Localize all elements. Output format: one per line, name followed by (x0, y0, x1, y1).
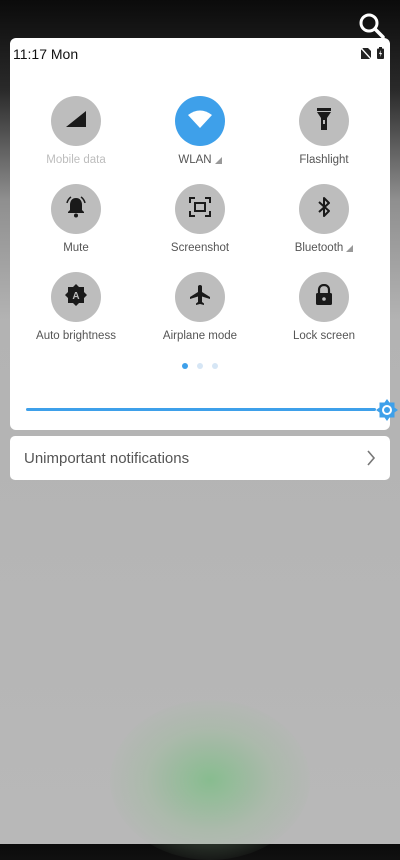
screenshot-icon (189, 196, 211, 222)
page-dot-3[interactable] (212, 363, 218, 369)
tile-airplane-mode-label: Airplane mode (162, 330, 238, 342)
brightness-sun-icon[interactable] (376, 399, 398, 421)
tile-mobile-data-label: Mobile data (46, 154, 106, 166)
bluetooth-more-indicator-icon (346, 244, 354, 252)
page-indicator (10, 363, 390, 369)
tile-wlan-label: WLAN (178, 154, 212, 166)
wlan-more-indicator-icon (214, 156, 222, 164)
status-bar: 11:17 Mon (10, 38, 390, 70)
tile-airplane-mode-button[interactable] (175, 272, 225, 322)
unimportant-notifications-label: Unimportant notifications (24, 450, 190, 467)
status-time: 11:17 Mon (13, 46, 79, 62)
tile-flashlight-label: Flashlight (299, 154, 349, 166)
tile-screenshot-button[interactable] (175, 184, 225, 234)
auto-brightness-icon: A (64, 283, 88, 312)
tile-auto-brightness-label: Auto brightness (36, 330, 116, 342)
brightness-slider[interactable] (26, 408, 376, 411)
page-dot-1[interactable] (182, 363, 188, 369)
tile-lock-screen-button[interactable] (299, 272, 349, 322)
bell-icon (65, 195, 87, 223)
tile-bluetooth[interactable]: Bluetooth (262, 184, 386, 256)
unimportant-notifications-row[interactable]: Unimportant notifications (10, 436, 390, 480)
bluetooth-icon (317, 196, 331, 223)
chevron-right-icon (366, 450, 376, 471)
signal-icon (65, 110, 87, 133)
tile-mobile-data[interactable]: Mobile data (14, 96, 138, 168)
tile-bluetooth-label: Bluetooth (294, 242, 344, 254)
tile-airplane-mode[interactable]: Airplane mode (138, 272, 262, 344)
tile-flashlight[interactable]: Flashlight (262, 96, 386, 168)
tile-auto-brightness-button[interactable]: A (51, 272, 101, 322)
wallpaper-blur (110, 700, 310, 860)
tile-lock-screen[interactable]: Lock screen (262, 272, 386, 344)
flashlight-icon (317, 107, 331, 135)
tile-mute-button[interactable] (51, 184, 101, 234)
tile-wlan[interactable]: WLAN (138, 96, 262, 168)
airplane-icon (188, 283, 212, 312)
search-icon[interactable] (358, 12, 386, 40)
tile-lock-screen-label: Lock screen (292, 330, 355, 342)
tile-mute-label: Mute (63, 242, 89, 254)
svg-text:A: A (72, 291, 79, 302)
wifi-icon (188, 110, 212, 133)
tile-flashlight-button[interactable] (299, 96, 349, 146)
tile-screenshot[interactable]: Screenshot (138, 184, 262, 256)
tile-mute[interactable]: Mute (14, 184, 138, 256)
no-sim-icon (360, 46, 372, 64)
tile-wlan-button[interactable] (175, 96, 225, 146)
tile-screenshot-label: Screenshot (170, 242, 230, 254)
tile-bluetooth-button[interactable] (299, 184, 349, 234)
quick-settings-panel: 11:17 Mon Mobile data WLAN Flashlight Mu… (10, 38, 398, 430)
battery-charging-icon (377, 46, 384, 64)
tile-auto-brightness[interactable]: A Auto brightness (14, 272, 138, 344)
lock-icon (315, 283, 333, 311)
tile-mobile-data-button[interactable] (51, 96, 101, 146)
page-dot-2[interactable] (197, 363, 203, 369)
